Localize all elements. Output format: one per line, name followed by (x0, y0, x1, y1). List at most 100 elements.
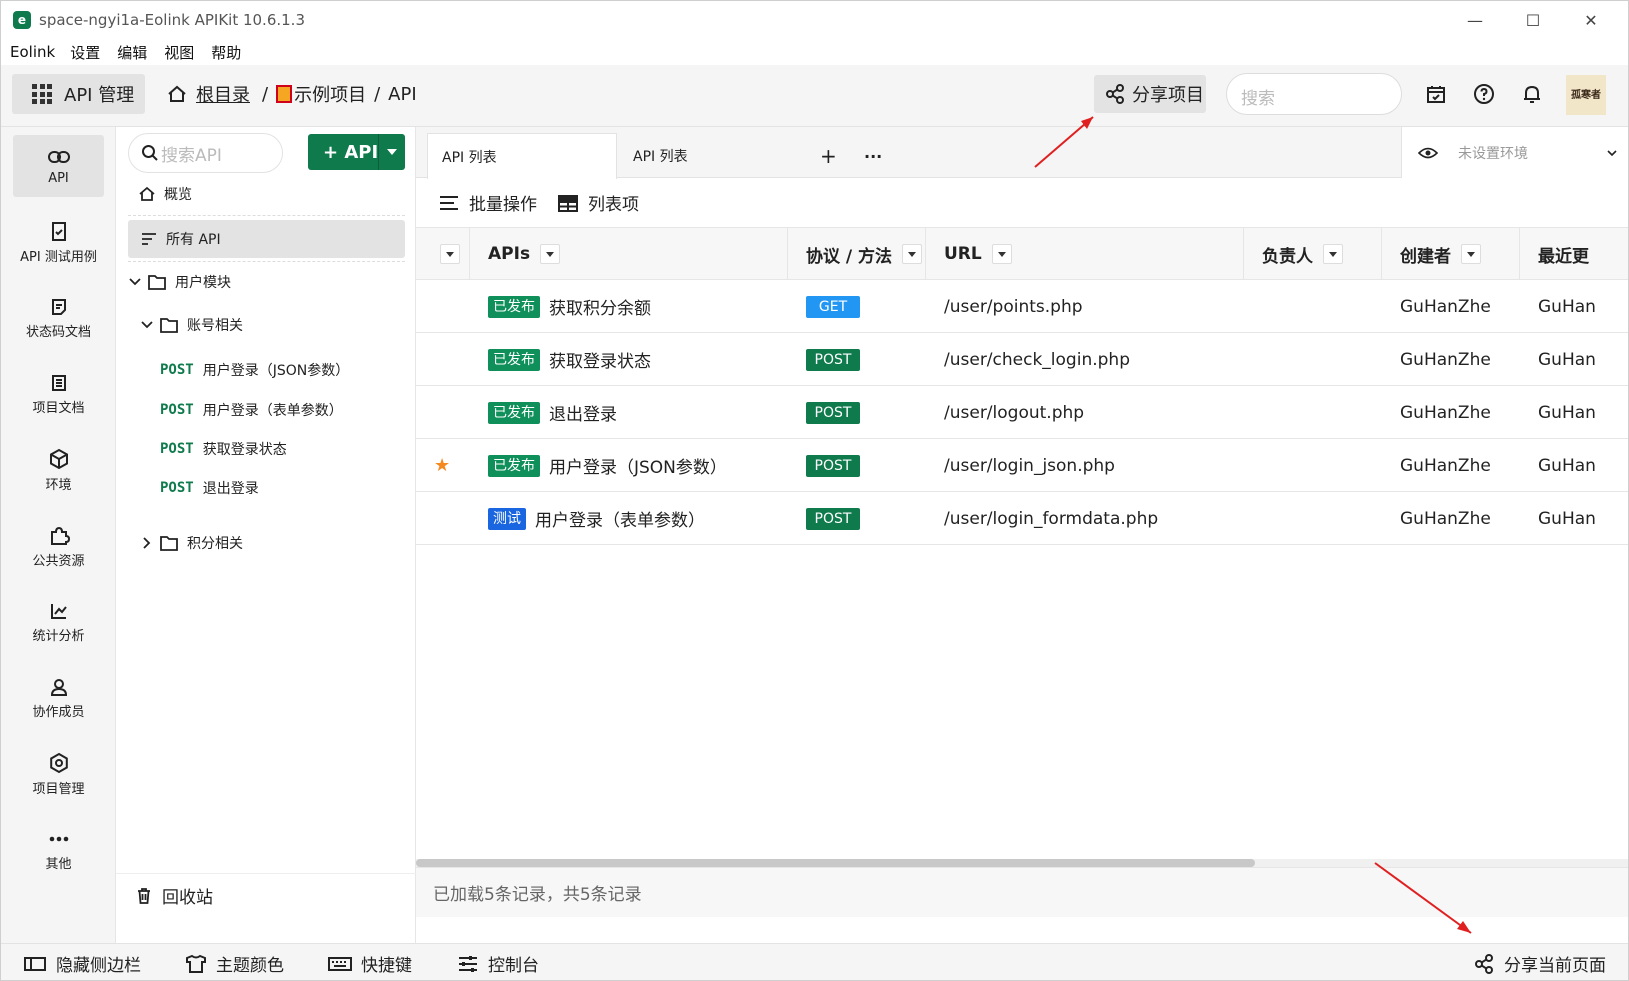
environment-select[interactable]: 未设置环境 (1401, 127, 1628, 178)
rail-item-statistics[interactable]: 统计分析 (13, 591, 104, 653)
table-row[interactable]: ★ 已发布 用户登录（JSON参数） POST/user/login_json.php… (416, 439, 1628, 492)
top-toolbar: API 管理 根目录 / 示例项目 / API 分享项目 搜索 孤寒者 (1, 65, 1628, 127)
column-header-apis[interactable]: APIs (470, 228, 788, 280)
bell-icon[interactable] (1519, 81, 1545, 107)
calendar-check-icon[interactable] (1423, 81, 1449, 107)
api-name[interactable]: 用户登录（JSON参数） (549, 453, 727, 478)
breadcrumb-project[interactable]: 示例项目 (294, 81, 366, 107)
method-tag: POST (160, 362, 194, 378)
share-project-label: 分享项目 (1132, 85, 1204, 106)
add-tab-button[interactable]: + (820, 133, 837, 179)
tab-api-list[interactable]: API 列表 (619, 133, 688, 179)
breadcrumb-root[interactable]: 根目录 (196, 81, 250, 107)
star-icon[interactable] (434, 386, 464, 439)
rail-item-more[interactable]: 其他 (13, 819, 104, 881)
avatar[interactable]: 孤寒者 (1566, 75, 1606, 115)
add-api-button[interactable]: + API (308, 134, 405, 170)
rail-item-members[interactable]: 协作成员 (13, 667, 104, 729)
column-settings-button[interactable]: 列表项 (557, 190, 639, 215)
column-header-creator[interactable]: 创建者 (1382, 228, 1520, 280)
batch-operation-button[interactable]: 批量操作 (438, 190, 537, 215)
rail-item-public-resources[interactable]: 公共资源 (13, 515, 104, 577)
tree-api-item[interactable]: POST 获取登录状态 (160, 438, 287, 460)
menu-edit[interactable]: 编辑 (117, 42, 147, 63)
select-all-dropdown[interactable] (416, 228, 470, 280)
share-current-page-button[interactable]: 分享当前页面 (1473, 944, 1606, 980)
hide-sidebar-button[interactable]: 隐藏侧边栏 (23, 944, 141, 980)
minimize-button[interactable]: — (1451, 1, 1499, 39)
document-icon (51, 374, 66, 391)
rail-label: 项目文档 (32, 400, 85, 416)
menu-help[interactable]: 帮助 (211, 42, 241, 63)
api-name[interactable]: 用户登录（表单参数） (535, 506, 705, 531)
tab-api-list-active[interactable]: API 列表 (427, 133, 617, 179)
tree-group-account[interactable]: 账号相关 (140, 314, 243, 336)
tree-all-api[interactable]: 所有 API (128, 220, 405, 258)
rail-item-status-codes[interactable]: 状态码文档 (13, 287, 104, 349)
theme-color-button[interactable]: 主题颜色 (185, 944, 284, 980)
chart-icon (50, 603, 67, 619)
rail-item-project-docs[interactable]: 项目文档 (13, 363, 104, 425)
theme-color-label: 主题颜色 (216, 956, 284, 976)
tree-api-item[interactable]: POST 用户登录（表单参数） (160, 399, 343, 421)
recycle-bin-button[interactable]: 回收站 (116, 873, 416, 917)
api-name[interactable]: 获取登录状态 (549, 347, 651, 372)
shortcuts-button[interactable]: 快捷键 (328, 944, 412, 980)
dropdown-icon[interactable] (1461, 244, 1481, 264)
rail-item-test-cases[interactable]: API 测试用例 (13, 211, 104, 273)
share-project-button[interactable]: 分享项目 (1094, 75, 1206, 113)
batch-operation-label: 批量操作 (469, 195, 537, 215)
star-icon[interactable] (434, 333, 464, 386)
chevron-down-icon[interactable] (140, 318, 154, 332)
status-badge: 已发布 (488, 295, 540, 318)
dropdown-icon[interactable] (440, 244, 460, 264)
tree-overview[interactable]: 概览 (138, 183, 192, 205)
star-icon[interactable] (434, 280, 464, 333)
dropdown-icon[interactable] (540, 244, 561, 264)
api-name[interactable]: 获取积分余额 (549, 294, 651, 319)
api-search-input[interactable]: 搜索API (128, 133, 283, 173)
add-api-dropdown-icon[interactable] (387, 149, 397, 155)
maximize-button[interactable]: ☐ (1509, 1, 1557, 39)
dropdown-icon[interactable] (902, 244, 923, 264)
close-button[interactable]: ✕ (1567, 1, 1615, 39)
status-badge: 已发布 (488, 454, 540, 477)
column-header-updated[interactable]: 最近更 (1520, 228, 1628, 280)
help-icon[interactable] (1471, 81, 1497, 107)
rail-item-api[interactable]: API (13, 135, 104, 197)
table-row[interactable]: 已发布 获取积分余额 GET/user/points.php GuHanZhe GuHa… (416, 280, 1628, 333)
api-management-button[interactable]: API 管理 (12, 74, 145, 114)
horizontal-scrollbar[interactable] (416, 859, 1628, 867)
rail-item-environment[interactable]: 环境 (13, 439, 104, 501)
star-icon[interactable] (434, 492, 464, 545)
rail-item-project-management[interactable]: 项目管理 (13, 743, 104, 805)
tree-group-user-module[interactable]: 用户模块 (128, 271, 231, 293)
menu-eolink[interactable]: Eolink (10, 43, 55, 61)
divider (128, 261, 405, 262)
tab-more-button[interactable]: ··· (864, 133, 882, 179)
dropdown-icon[interactable] (1323, 244, 1343, 264)
column-header-url[interactable]: URL (926, 228, 1244, 280)
dropdown-icon[interactable] (991, 244, 1012, 264)
console-button[interactable]: 控制台 (457, 944, 539, 980)
menu-view[interactable]: 视图 (164, 42, 194, 63)
tree-group-points[interactable]: 积分相关 (140, 532, 243, 554)
menu-settings[interactable]: 设置 (70, 42, 100, 63)
global-search-input[interactable]: 搜索 (1226, 73, 1402, 115)
api-name[interactable]: 退出登录 (549, 400, 617, 425)
creator-cell: GuHanZhe (1400, 455, 1491, 476)
app-logo-icon: e (13, 11, 31, 29)
main-content: API 列表 API 列表 + ··· 未设置环境 批量操作 列表项 APIs (416, 127, 1628, 943)
star-icon[interactable]: ★ (434, 439, 464, 492)
tree-api-name: 获取登录状态 (202, 442, 287, 458)
table-row[interactable]: 已发布 获取登录状态 POST/user/check_login.php GuHanZ… (416, 333, 1628, 386)
tree-api-item[interactable]: POST 用户登录（JSON参数） (160, 359, 349, 381)
column-header-owner[interactable]: 负责人 (1244, 228, 1382, 280)
chevron-down-icon[interactable] (128, 275, 142, 289)
column-header-protocol[interactable]: 协议 / 方法 (788, 228, 926, 280)
tree-api-item[interactable]: POST 退出登录 (160, 477, 259, 499)
table-row[interactable]: 已发布 退出登录 POST/user/logout.php GuHanZhe GuHan (416, 386, 1628, 439)
scrollbar-thumb[interactable] (416, 859, 1255, 867)
table-row[interactable]: 测试 用户登录（表单参数） POST/user/login_formdata.php… (416, 492, 1628, 545)
chevron-right-icon[interactable] (140, 536, 154, 550)
